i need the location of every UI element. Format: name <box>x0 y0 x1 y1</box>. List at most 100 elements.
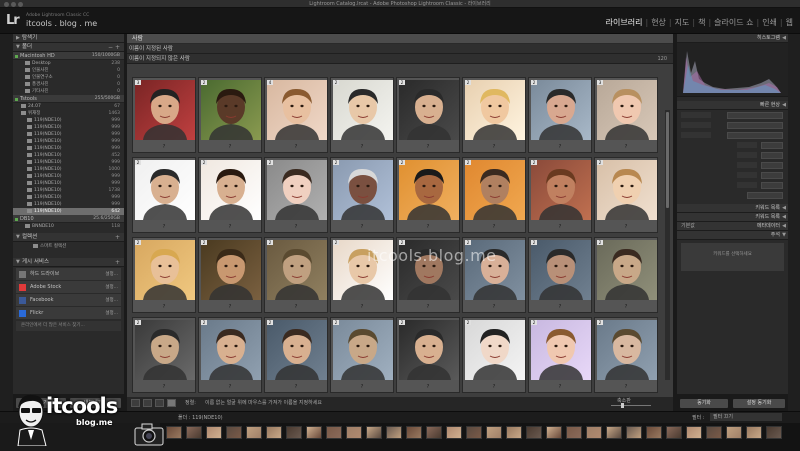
module-tab[interactable]: 웹 <box>783 17 796 28</box>
face-thumbnail[interactable]: 2? <box>396 317 460 393</box>
filmstrip-thumbnail[interactable] <box>726 426 742 439</box>
find-more-services[interactable]: 온라인에서 더 많은 서비스 찾기... <box>16 321 121 331</box>
temp-control[interactable] <box>761 151 783 159</box>
face-name-field[interactable]: ? <box>529 304 591 310</box>
face-thumbnail[interactable]: 2? <box>528 157 592 233</box>
folder-item[interactable]: 119(NDE10) 999 <box>13 138 124 145</box>
face-name-field[interactable]: ? <box>331 384 393 390</box>
folder-item[interactable]: 위재정 1463 <box>13 110 124 117</box>
face-name-field[interactable]: ? <box>595 144 657 150</box>
face-name-field[interactable]: ? <box>199 304 261 310</box>
face-name-field[interactable]: ? <box>463 144 525 150</box>
filter-select[interactable]: 필터 끄기 <box>710 413 782 421</box>
face-thumbnail[interactable]: 2? <box>264 317 328 393</box>
face-name-field[interactable]: ? <box>199 384 261 390</box>
filmstrip-thumbnail[interactable] <box>326 426 342 439</box>
volume-tstools[interactable]: Tstools 255/500GB <box>13 95 124 103</box>
filmstrip-thumbnail[interactable] <box>566 426 582 439</box>
face-thumbnail[interactable]: 2? <box>330 157 394 233</box>
face-name-field[interactable]: ? <box>199 224 261 230</box>
face-name-field[interactable]: ? <box>265 144 327 150</box>
folder-item[interactable]: 119(NDE10) 999 <box>13 145 124 152</box>
thumbnail-size-slider[interactable] <box>611 403 651 408</box>
face-thumbnail[interactable]: 2? <box>528 237 592 313</box>
filmstrip-thumbnail[interactable] <box>346 426 362 439</box>
face-name-field[interactable]: ? <box>331 304 393 310</box>
face-thumbnail[interactable]: 2? <box>594 237 658 313</box>
filmstrip-thumbnail[interactable] <box>486 426 502 439</box>
slider-knob[interactable] <box>621 403 624 408</box>
filmstrip-thumbnail[interactable] <box>446 426 462 439</box>
filmstrip-thumbnail[interactable] <box>366 426 382 439</box>
face-thumbnail[interactable]: 2? <box>396 157 460 233</box>
face-thumbnail[interactable]: 2? <box>330 77 394 153</box>
face-thumbnail[interactable]: 2? <box>462 157 526 233</box>
publish-service-item[interactable]: 하드 드라이브 설정... <box>16 268 121 280</box>
folder-item[interactable]: 인물사진 0 <box>13 67 124 74</box>
service-settings-button[interactable]: 설정... <box>105 271 118 278</box>
face-thumbnail[interactable]: 2? <box>132 157 196 233</box>
folder-item[interactable]: BNNDE10 118 <box>13 223 124 230</box>
folders-panel-header[interactable]: ▼ 폴더 − + <box>13 43 124 52</box>
service-settings-button[interactable]: 설정... <box>105 310 118 317</box>
folder-item[interactable]: 119(NDE10) 999 <box>13 180 124 187</box>
filmstrip-thumbnail[interactable] <box>606 426 622 439</box>
face-name-field[interactable]: ? <box>397 144 459 150</box>
filmstrip-thumbnail[interactable] <box>746 426 762 439</box>
folder-item[interactable]: 119(NDE10) 999 <box>13 117 124 124</box>
filmstrip-thumbnail[interactable] <box>686 426 702 439</box>
wb-select[interactable] <box>761 141 783 149</box>
face-thumbnail[interactable]: 3? <box>594 77 658 153</box>
filmstrip-thumbnail[interactable] <box>626 426 642 439</box>
face-name-field[interactable]: ? <box>265 384 327 390</box>
publish-services-header[interactable]: ▼ 게시 서비스 + <box>13 258 124 267</box>
face-name-field[interactable]: ? <box>199 144 261 150</box>
exposure-control[interactable] <box>761 171 783 179</box>
face-thumbnail[interactable]: 2? <box>330 317 394 393</box>
face-name-field[interactable]: ? <box>529 144 591 150</box>
face-name-field[interactable]: ? <box>595 304 657 310</box>
face-thumbnail[interactable]: 2? <box>198 157 262 233</box>
face-thumbnail[interactable]: 2? <box>198 317 262 393</box>
face-name-field[interactable]: ? <box>397 304 459 310</box>
face-thumbnail[interactable]: 2? <box>264 157 328 233</box>
face-name-field[interactable]: ? <box>595 384 657 390</box>
face-name-field[interactable]: ? <box>397 224 459 230</box>
publish-service-item[interactable]: Facebook 설정... <box>16 294 121 306</box>
filmstrip-thumbnail[interactable] <box>266 426 282 439</box>
face-thumbnail[interactable]: 2? <box>462 317 526 393</box>
filmstrip-thumbnail[interactable] <box>546 426 562 439</box>
sync-button[interactable]: 동기화 <box>680 399 728 408</box>
filmstrip-thumbnail[interactable] <box>586 426 602 439</box>
filmstrip-thumbnail[interactable] <box>386 426 402 439</box>
module-tab[interactable]: 현상 <box>648 17 669 28</box>
reset-all-button[interactable] <box>747 191 783 199</box>
volume-db10[interactable]: DB10 25.6/250GB <box>13 215 124 223</box>
named-people-group[interactable]: 이름이 지정된 사람 <box>127 44 673 54</box>
face-thumbnail[interactable]: 2? <box>198 77 262 153</box>
treatment-select[interactable] <box>727 131 783 139</box>
add-folder-icon[interactable]: − + <box>108 43 120 52</box>
right-panel-toggle-strip[interactable] <box>788 34 800 411</box>
face-name-field[interactable]: ? <box>595 224 657 230</box>
face-thumbnail[interactable]: 2? <box>198 237 262 313</box>
face-name-field[interactable]: ? <box>265 304 327 310</box>
filmstrip-thumbnail[interactable] <box>226 426 242 439</box>
metadata-preset[interactable]: 기본값 <box>681 222 695 231</box>
module-tab[interactable]: 라이브러리 <box>603 17 646 28</box>
face-name-field[interactable]: ? <box>133 224 195 230</box>
folder-item[interactable]: 119(NDE10) 999 <box>13 173 124 180</box>
face-thumbnail[interactable]: 2? <box>594 157 658 233</box>
tint-control[interactable] <box>761 161 783 169</box>
face-name-field[interactable]: ? <box>529 224 591 230</box>
face-thumbnail[interactable]: 2? <box>264 237 328 313</box>
face-thumbnail[interactable]: 2? <box>528 77 592 153</box>
face-thumbnail[interactable]: 2? <box>396 77 460 153</box>
folder-item[interactable]: 기타사진 0 <box>13 88 124 95</box>
publish-service-item[interactable]: Adobe Stock 설정... <box>16 281 121 293</box>
face-name-field[interactable]: ? <box>265 224 327 230</box>
folder-item[interactable]: 풍경사진 0 <box>13 81 124 88</box>
face-thumbnail[interactable]: 2? <box>132 237 196 313</box>
service-settings-button[interactable]: 설정... <box>105 284 118 291</box>
filmstrip-thumbnail[interactable] <box>306 426 322 439</box>
